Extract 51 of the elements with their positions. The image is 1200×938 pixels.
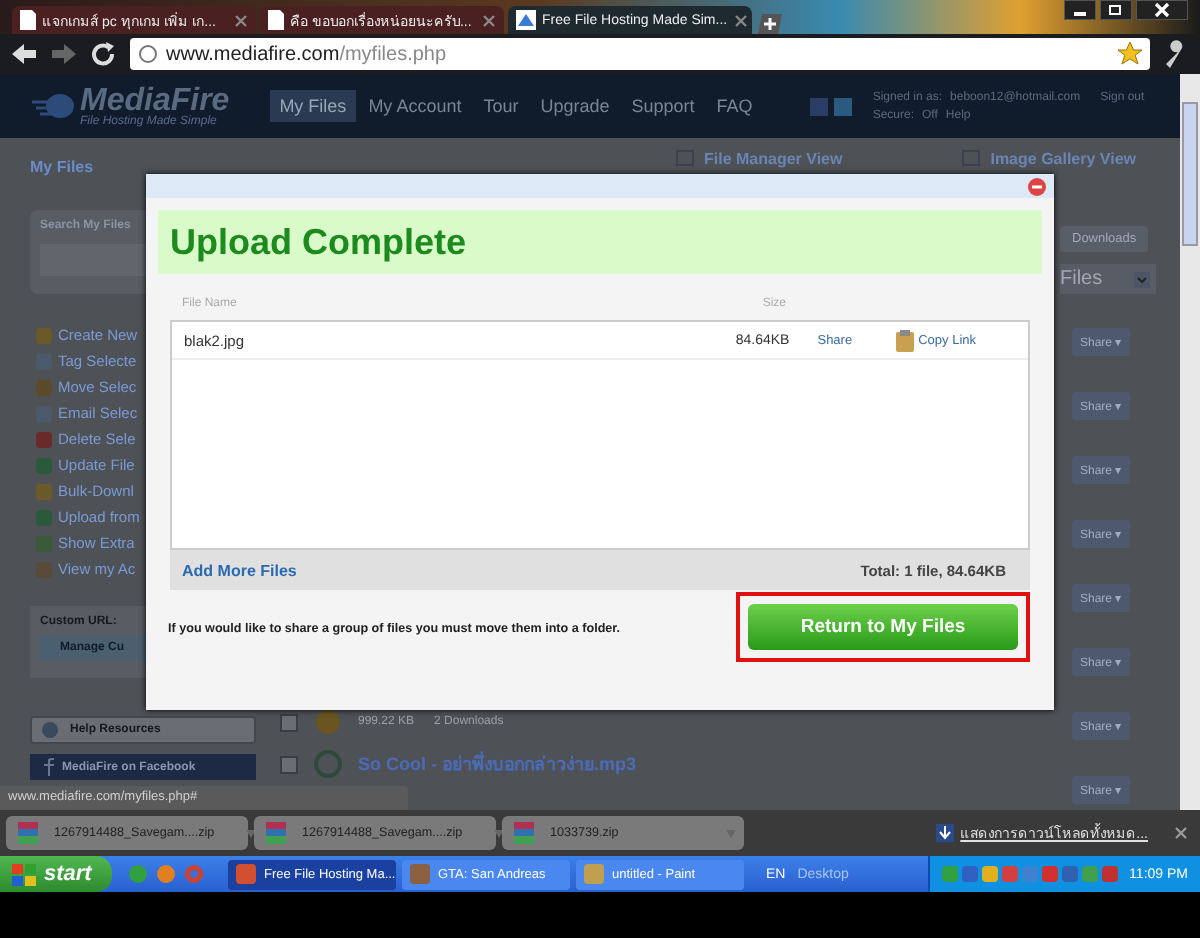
scrollbar-thumb[interactable]	[1182, 102, 1198, 246]
nav-link[interactable]: FAQ	[706, 90, 763, 122]
search-field[interactable]	[40, 244, 146, 276]
star-icon[interactable]	[1118, 42, 1142, 66]
close-icon	[733, 13, 748, 27]
view-tab[interactable]: Image Gallery View	[962, 149, 1136, 167]
nav-link[interactable]: Upgrade	[530, 90, 620, 122]
back-icon[interactable]	[10, 42, 38, 66]
app-icon	[584, 864, 604, 884]
view-tab[interactable]: File Manager View	[676, 149, 843, 167]
archive-icon	[514, 822, 534, 844]
checkbox[interactable]	[280, 713, 298, 731]
view-label: File Manager View	[704, 149, 843, 167]
caret-icon	[246, 829, 257, 837]
restore-icon[interactable]	[1100, 0, 1132, 20]
close-icon	[482, 13, 496, 27]
minimize-icon[interactable]	[1064, 0, 1096, 20]
reload-icon[interactable]	[90, 42, 118, 66]
dialog-title: Upload Complete	[158, 210, 1042, 274]
archive-icon	[266, 822, 286, 844]
nav-link[interactable]: My Account	[358, 90, 472, 122]
scrollbar[interactable]	[1180, 74, 1200, 810]
logo-icon	[516, 10, 536, 30]
download-icon	[936, 824, 955, 842]
archive-icon	[18, 822, 38, 844]
clipboard-icon	[896, 329, 915, 351]
close-icon[interactable]	[1136, 0, 1188, 20]
view-label: Image Gallery View	[990, 149, 1136, 167]
nav-link[interactable]: Support	[621, 90, 705, 122]
nav-link[interactable]: My Files	[269, 90, 357, 122]
site-logo[interactable]: MediaFire	[80, 85, 230, 115]
url-text: www.mediafire.com/myfiles.php	[166, 43, 447, 65]
caret-icon	[494, 829, 505, 837]
app-icon	[236, 864, 256, 884]
close-icon	[234, 13, 248, 27]
page-icon	[20, 10, 36, 30]
forward-icon[interactable]	[50, 42, 78, 66]
caret-icon	[1134, 271, 1151, 287]
return-button[interactable]: Return to My Files	[748, 604, 1018, 650]
filter-dropdown[interactable]: Files	[1060, 264, 1157, 294]
nav-link[interactable]: Tour	[473, 90, 529, 122]
app-icon	[410, 864, 430, 884]
new-tab-icon[interactable]	[756, 14, 784, 34]
checkbox[interactable]	[280, 755, 298, 773]
page-icon	[268, 10, 284, 30]
page-heading: My Files	[30, 158, 96, 180]
windows-logo-icon	[12, 863, 36, 885]
start-button[interactable]: start	[0, 856, 112, 892]
dropdown-value: Files	[1060, 268, 1103, 290]
add-more-files-link[interactable]: Add More Files	[182, 561, 297, 579]
address-bar[interactable]: www.mediafire.com/myfiles.php	[130, 38, 1150, 70]
